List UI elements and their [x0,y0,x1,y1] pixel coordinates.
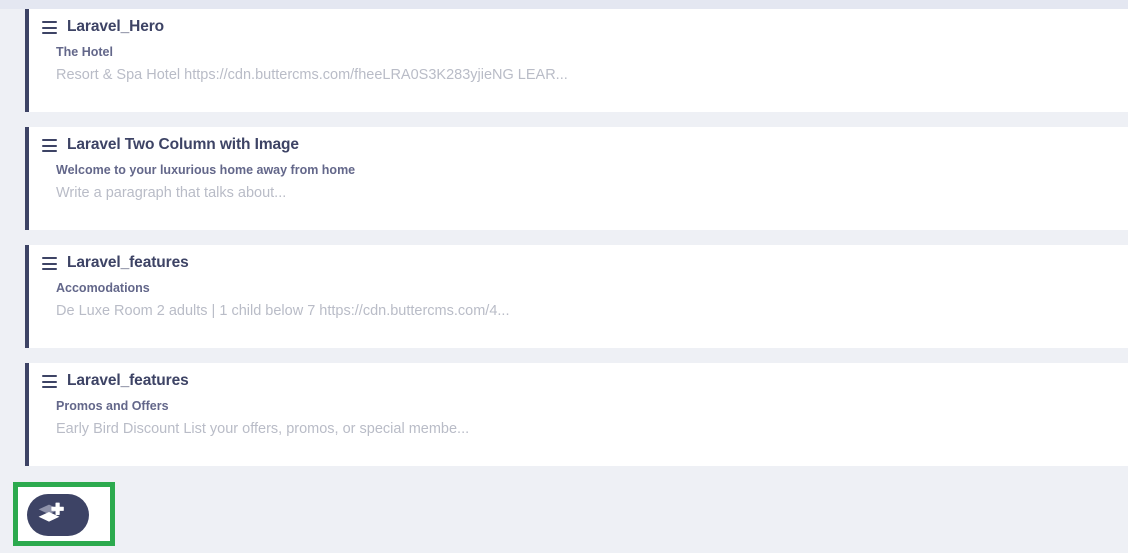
block-subtitle: Promos and Offers [56,399,169,413]
block-description: Early Bird Discount List your offers, pr… [56,421,470,437]
content-block-card[interactable]: Laravel_features Accomodations De Luxe R… [25,245,1128,348]
block-subtitle: Welcome to your luxurious home away from… [56,163,356,177]
hamburger-drag-icon[interactable] [42,374,57,388]
top-strip [0,0,1128,9]
block-header: Laravel_features [29,363,1128,390]
page-root: Laravel_Hero The Hotel Resort & Spa Hote… [0,0,1128,553]
content-block-card[interactable]: Laravel Two Column with Image Welcome to… [25,127,1128,230]
hamburger-drag-icon[interactable] [42,138,57,152]
block-description: De Luxe Room 2 adults | 1 child below 7 … [56,303,510,319]
add-block-area [0,478,1128,553]
block-description: Resort & Spa Hotel https://cdn.buttercms… [56,67,568,83]
block-title: Laravel_features [67,372,189,389]
add-layers-icon [36,502,66,528]
content-block-card[interactable]: Laravel_features Promos and Offers Early… [25,363,1128,466]
block-body: Accomodations De Luxe Room 2 adults | 1 … [29,272,1128,322]
block-header: Laravel_Hero [29,9,1128,36]
block-title: Laravel_features [67,254,189,271]
block-body: Promos and Offers Early Bird Discount Li… [29,390,1128,440]
content-block-list: Laravel_Hero The Hotel Resort & Spa Hote… [0,9,1128,466]
block-subtitle: The Hotel [56,45,113,59]
content-block-card[interactable]: Laravel_Hero The Hotel Resort & Spa Hote… [25,9,1128,112]
block-subtitle: Accomodations [56,281,150,295]
block-body: The Hotel Resort & Spa Hotel https://cdn… [29,36,1128,86]
block-header: Laravel Two Column with Image [29,127,1128,154]
add-block-button[interactable] [27,494,89,536]
block-description: Write a paragraph that talks about... [56,185,287,201]
block-title: Laravel Two Column with Image [67,136,299,153]
hamburger-drag-icon[interactable] [42,256,57,270]
hamburger-drag-icon[interactable] [42,20,57,34]
block-title: Laravel_Hero [67,18,165,35]
block-header: Laravel_features [29,245,1128,272]
block-body: Welcome to your luxurious home away from… [29,154,1128,204]
